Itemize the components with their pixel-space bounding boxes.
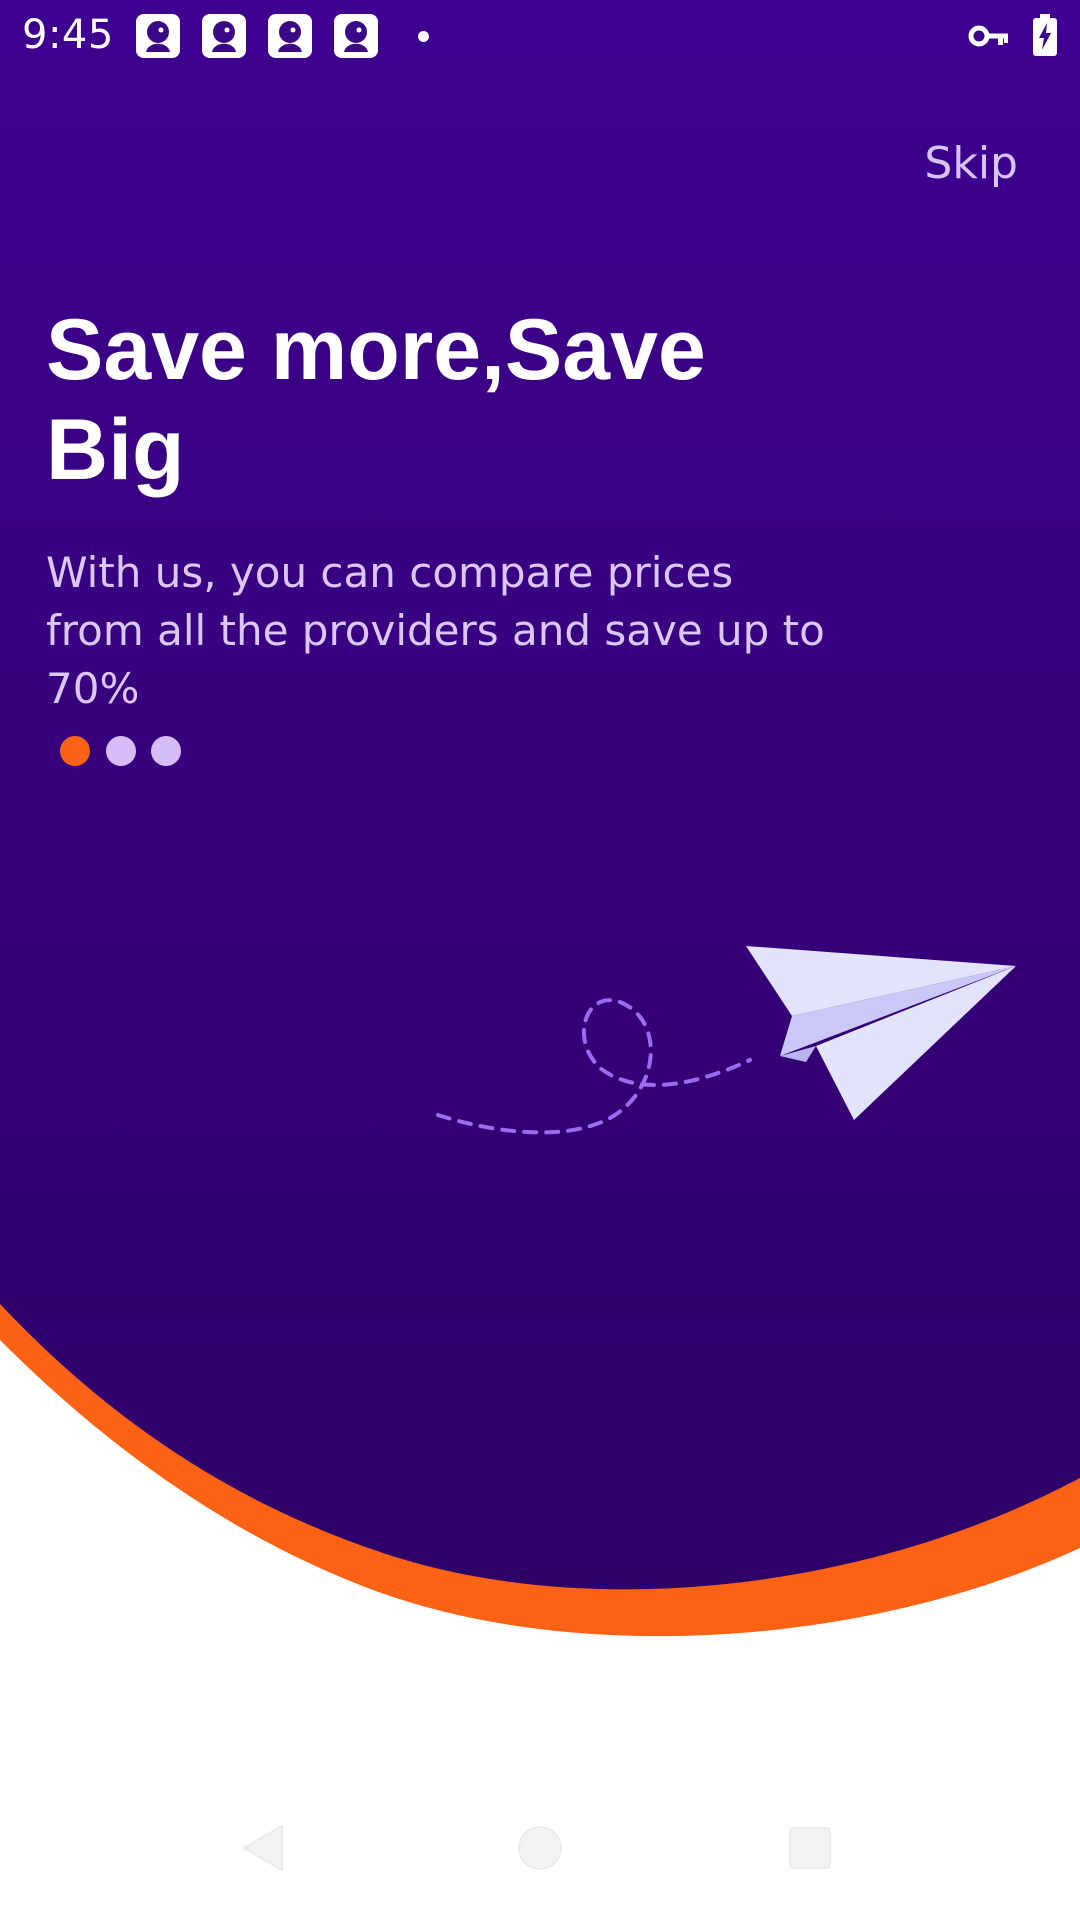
- vpn-key-icon: [968, 25, 1008, 47]
- app-notification-icon: [268, 14, 312, 58]
- notification-dot-icon: [418, 31, 429, 42]
- back-icon[interactable]: [236, 1820, 288, 1876]
- onboarding-screen: 9:45 Skip Save more,Save Big With us, yo…: [0, 0, 1080, 1920]
- onboarding-title: Save more,Save Big: [46, 302, 706, 498]
- app-notification-icon: [136, 14, 180, 58]
- purple-panel: [0, 0, 1080, 1590]
- page-indicator-dot[interactable]: [106, 736, 136, 766]
- battery-charging-icon: [1033, 14, 1057, 56]
- dashed-flight-trail: [436, 998, 752, 1135]
- app-notification-icon: [334, 14, 378, 58]
- status-time: 9:45: [22, 12, 114, 58]
- onboarding-description: With us, you can compare prices from all…: [46, 548, 825, 713]
- system-nav-bar: [0, 1800, 1080, 1920]
- status-bar: 9:45: [0, 0, 1080, 72]
- home-icon[interactable]: [516, 1820, 564, 1876]
- app-notification-icon: [202, 14, 246, 58]
- recents-icon[interactable]: [786, 1820, 834, 1876]
- page-indicator-dot[interactable]: [151, 736, 181, 766]
- page-indicator-dot-active[interactable]: [60, 736, 90, 766]
- skip-button[interactable]: Skip: [924, 138, 1018, 189]
- paper-plane-icon: [436, 946, 1016, 1135]
